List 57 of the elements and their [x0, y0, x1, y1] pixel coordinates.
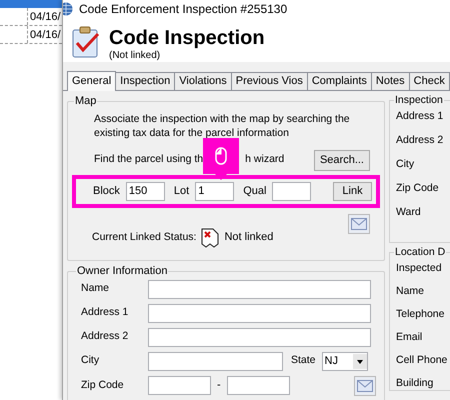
header-title: Code Inspection	[109, 26, 265, 50]
instruction-text: h wizard	[245, 152, 284, 168]
field-label: Telephone	[396, 306, 446, 321]
link-status: (Not linked)	[109, 50, 162, 62]
field-label: State	[291, 353, 316, 368]
instruction-text: Find the parcel using th	[94, 152, 204, 168]
group-title: Map	[74, 94, 98, 109]
mail-button[interactable]	[354, 376, 376, 396]
field-label: Name	[396, 284, 426, 298]
field-label: Email	[396, 330, 424, 344]
field-label: Name	[80, 281, 110, 296]
field-label: Zip Code	[80, 378, 125, 393]
mouse-icon	[215, 146, 227, 164]
field-label: Building	[396, 376, 434, 390]
map-description: Associate the inspection with the map by searching the existing tax data for the parcel information	[93, 112, 351, 140]
link-button[interactable]: Link	[333, 182, 372, 200]
tab[interactable]: Violations	[174, 72, 232, 90]
table-cell-text: 04/16/	[29, 28, 61, 43]
field-label: Address 2	[80, 329, 130, 344]
group-title: Owner Information	[76, 264, 168, 279]
envelope-icon	[357, 380, 373, 392]
tab[interactable]: Inspection	[115, 72, 176, 90]
status-label: Current Linked Status:	[92, 230, 196, 245]
field-label: Cell Phone	[396, 352, 448, 367]
globe-icon	[63, 2, 73, 16]
field-label: City	[396, 156, 416, 171]
table-cell-text: 04/16/	[29, 10, 61, 25]
tab[interactable]: Previous Vios	[230, 72, 308, 90]
group-title: Inspection	[394, 93, 444, 108]
input-field[interactable]: 1	[195, 182, 234, 200]
field-label: Address 2	[396, 132, 444, 147]
input-field[interactable]: 150	[126, 182, 165, 200]
status-value: Not linked	[224, 230, 274, 246]
search-button[interactable]: Search...	[314, 150, 370, 170]
separator-text: -	[217, 378, 221, 394]
field-label: Qual	[243, 184, 266, 199]
table-header	[0, 0, 62, 8]
field-label: City	[80, 353, 100, 368]
field-label: Lot	[174, 184, 190, 199]
tab[interactable]: Notes	[370, 72, 410, 90]
broken-document-icon	[201, 228, 220, 248]
tab[interactable]: Complaints	[306, 72, 372, 90]
clipboard-check-icon	[71, 26, 101, 58]
group-title: Location D	[394, 245, 446, 260]
tab[interactable]: General	[67, 71, 116, 91]
field-label: Block	[93, 184, 120, 199]
window-title: Code Enforcement Inspection #255130	[79, 1, 288, 18]
field-label: Ward	[396, 204, 422, 219]
tab[interactable]: Check	[408, 72, 450, 90]
caret-icon	[352, 354, 367, 368]
field-label: Zip Code	[396, 180, 440, 195]
field-label: Address 1	[396, 108, 444, 123]
state-dropdown[interactable]: NJ	[322, 352, 368, 370]
envelope-icon	[351, 218, 367, 230]
mail-button[interactable]	[348, 214, 370, 234]
field-label: Address 1	[80, 305, 130, 320]
field-label: Inspected	[396, 260, 443, 275]
